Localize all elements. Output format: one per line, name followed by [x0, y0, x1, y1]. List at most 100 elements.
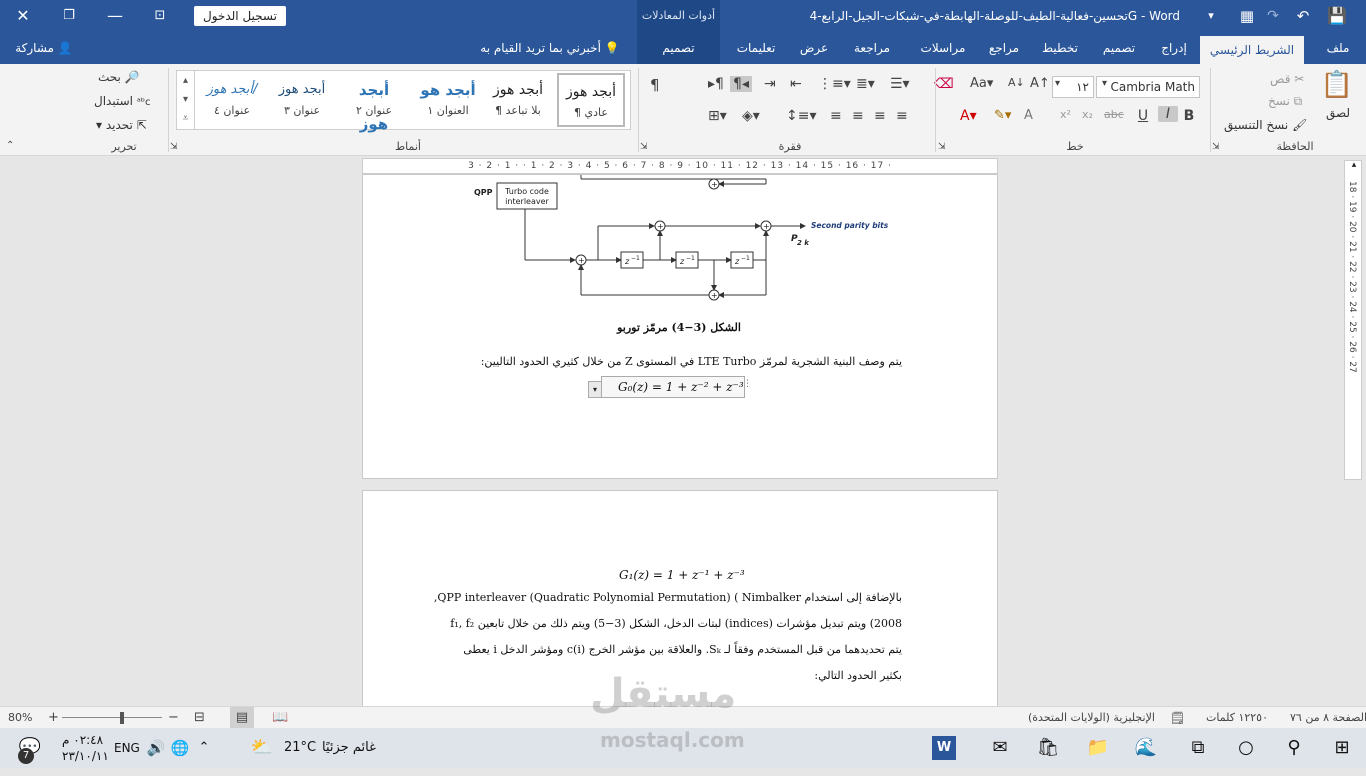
bold-button[interactable]: B — [1182, 108, 1196, 124]
font-color-icon[interactable]: A▾ — [960, 108, 977, 124]
zoom-level[interactable]: 80% — [8, 707, 32, 729]
share-button[interactable]: مشاركة 👤 — [4, 32, 84, 64]
tab-home[interactable]: الشريط الرئيسي — [1200, 36, 1304, 64]
tab-help[interactable]: تعليمات — [728, 32, 784, 64]
tab-review[interactable]: مراجعة — [842, 32, 902, 64]
sign-in-button[interactable]: تسجيل الدخول — [194, 6, 286, 26]
style-heading-4[interactable]: أبجد هوز/ عنوان ٤ — [201, 73, 263, 127]
tell-me-box[interactable]: أخبرني بما تريد القيام به 💡 — [470, 32, 630, 64]
word-count[interactable]: ١٢٢٥٠ كلمات — [1206, 707, 1268, 729]
tab-references[interactable]: مراجع — [982, 32, 1026, 64]
format-painter-button[interactable]: نسخ التنسيق 🖌 — [1224, 118, 1307, 132]
tab-design[interactable]: تصميم — [1094, 32, 1144, 64]
equation-options-icon[interactable]: ▾ — [588, 381, 602, 398]
highlight-icon[interactable]: ✎▾ — [994, 108, 1011, 123]
close-icon[interactable]: ✕ — [0, 0, 46, 32]
font-launcher-icon[interactable]: ⇲ — [938, 142, 946, 152]
weather-condition[interactable]: غائم جزئيًا — [322, 728, 376, 768]
horizontal-ruler[interactable]: 3 · 2 · 1 · · 1 · 2 · 3 · 4 · 5 · 6 · 7 … — [362, 158, 998, 174]
increase-indent-icon[interactable]: ⇥ — [764, 76, 776, 92]
store-icon[interactable]: 🛍 — [1036, 736, 1060, 760]
restore-icon[interactable]: ❐ — [46, 0, 92, 32]
start-icon[interactable]: ⊞ — [1330, 736, 1354, 760]
italic-button[interactable]: I — [1158, 106, 1178, 122]
borders-icon[interactable]: ⊞▾ — [708, 108, 727, 124]
chevron-down-icon[interactable]: ▾ — [1102, 78, 1107, 89]
tab-insert[interactable]: إدراج — [1152, 32, 1196, 64]
tab-mailings[interactable]: مراسلات — [910, 32, 976, 64]
change-case-icon[interactable]: Aa▾ — [970, 76, 993, 91]
network-icon[interactable]: 🌐 — [168, 736, 192, 760]
save-icon[interactable]: 💾 — [1322, 0, 1352, 32]
search-icon[interactable]: ⚲ — [1282, 736, 1306, 760]
zoom-out-icon[interactable]: + — [48, 707, 59, 729]
touch-mode-icon[interactable]: ▦ — [1234, 0, 1260, 32]
ribbon-display-options-icon[interactable]: ⊡ — [140, 0, 180, 32]
qat-customize-icon[interactable]: ▾ — [1200, 0, 1222, 32]
tab-layout[interactable]: تخطيط — [1036, 32, 1084, 64]
tab-file[interactable]: ملف — [1316, 32, 1360, 64]
edge-icon[interactable]: 🌊 — [1134, 736, 1158, 760]
text-effects-icon[interactable]: A — [1024, 108, 1033, 123]
style-heading-1[interactable]: أبجد هو العنوان ١ — [417, 73, 479, 127]
show-hidden-icons[interactable]: ⌃ — [192, 736, 216, 760]
weather-icon[interactable]: ⛅ — [250, 736, 274, 760]
file-explorer-icon[interactable]: 📁 — [1086, 736, 1110, 760]
superscript-icon[interactable]: x² — [1060, 108, 1071, 121]
grow-font-icon[interactable]: A↑ — [1030, 76, 1050, 91]
shrink-font-icon[interactable]: A↓ — [1008, 76, 1025, 89]
clear-formatting-icon[interactable]: ⌫ — [934, 76, 954, 92]
zoom-slider-thumb[interactable] — [120, 712, 124, 724]
input-language[interactable]: ENG — [114, 728, 140, 768]
paragraph-launcher-icon[interactable]: ⇲ — [640, 142, 648, 152]
replace-button[interactable]: استبدال ᵃᵇc — [94, 94, 151, 108]
collapse-ribbon-icon[interactable]: ⌃ — [6, 140, 14, 151]
chevron-down-icon[interactable]: ▾ — [1055, 78, 1060, 89]
align-left-icon[interactable]: ≡ — [852, 108, 864, 124]
align-right-icon[interactable]: ≡ — [896, 108, 908, 124]
tab-view[interactable]: عرض — [792, 32, 836, 64]
tab-equation-design[interactable]: تصميم — [637, 32, 720, 64]
multilevel-list-icon[interactable]: ⋮≡▾ — [818, 76, 851, 92]
volume-icon[interactable]: 🔊 — [144, 736, 168, 760]
show-marks-icon[interactable]: ¶ — [650, 76, 660, 94]
clock-date[interactable]: ٢٣/١٠/١١ — [62, 736, 109, 776]
decrease-indent-icon[interactable]: ⇤ — [790, 76, 802, 92]
word-taskbar-icon[interactable]: W — [932, 736, 956, 760]
style-heading-2[interactable]: أبجد هوز عنوان ٢ — [343, 73, 405, 133]
gallery-scroll[interactable]: ▴ ▾ ⩡ — [177, 71, 195, 129]
underline-button[interactable]: U — [1136, 108, 1150, 124]
task-view-icon[interactable]: ⧉ — [1186, 736, 1210, 760]
read-mode-icon[interactable]: 📖 — [272, 707, 288, 729]
justify-icon[interactable]: ≡ — [830, 108, 842, 124]
cut-button[interactable]: قص ✂ — [1270, 72, 1304, 86]
clipboard-launcher-icon[interactable]: ⇲ — [1212, 142, 1220, 152]
equation-box[interactable]: ▾ G₀(z) = 1 + z⁻² + z⁻³ ⋮ — [588, 376, 752, 398]
print-layout-icon[interactable]: ▤ — [230, 707, 254, 729]
scroll-up-icon[interactable]: ▴ — [1346, 160, 1362, 172]
find-button[interactable]: بحث 🔎 — [98, 70, 140, 84]
vertical-ruler[interactable]: 18 · 19 · 20 · 21 · 22 · 23 · 24 · 25 · … — [1344, 160, 1362, 480]
select-button[interactable]: ▾ تحديد ⇱ — [96, 118, 147, 132]
style-no-spacing[interactable]: أبجد هوز ¶ بلا تباعد — [487, 73, 549, 127]
zoom-slider[interactable] — [62, 717, 162, 718]
web-layout-icon[interactable]: ⊟ — [194, 707, 205, 729]
proofing-icon[interactable]: 🗒 — [1170, 707, 1185, 729]
page-number[interactable]: الصفحة ٨ من ٧٦ — [1290, 707, 1366, 729]
styles-launcher-icon[interactable]: ⇲ — [170, 142, 178, 152]
rtl-paragraph-icon[interactable]: ¶◂ — [730, 76, 752, 92]
weather-temp[interactable]: 21°C — [284, 728, 316, 768]
paste-icon[interactable]: 📋 — [1320, 70, 1354, 100]
bullets-icon[interactable]: ☰▾ — [890, 76, 910, 92]
strikethrough-icon[interactable]: abc — [1104, 108, 1124, 121]
style-heading-3[interactable]: أبجد هوز عنوان ٣ — [271, 73, 333, 127]
mail-icon[interactable]: ✉ — [988, 736, 1012, 760]
paste-label[interactable]: لصق — [1326, 106, 1350, 120]
document-page[interactable]: + + + + + QPP Turbo code interleaver Sec… — [362, 174, 998, 479]
equation-handle-icon[interactable]: ⋮ — [743, 379, 752, 389]
redo-icon[interactable]: ↷ — [1262, 0, 1284, 32]
ltr-paragraph-icon[interactable]: ▸¶ — [708, 76, 724, 92]
undo-icon[interactable]: ↶ — [1290, 0, 1316, 32]
line-spacing-icon[interactable]: ↕≡▾ — [786, 108, 817, 124]
align-center-icon[interactable]: ≡ — [874, 108, 886, 124]
